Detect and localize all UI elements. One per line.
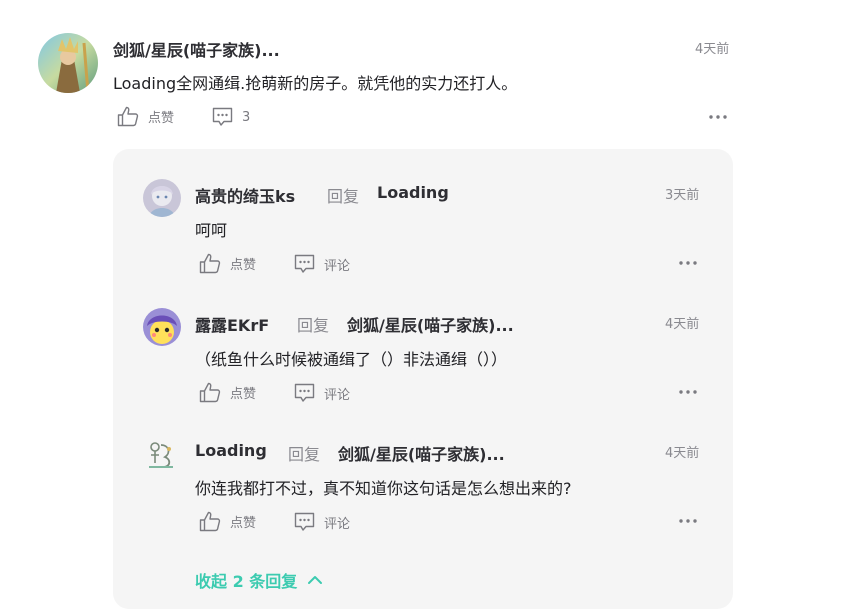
reply-target-username[interactable]: 剑狐/星辰(喵子家族)... <box>347 312 514 336</box>
comment-icon <box>294 383 315 402</box>
reply-more-button[interactable] <box>678 515 698 527</box>
commenter-avatar[interactable] <box>38 33 98 93</box>
reply-comment-button[interactable]: 评论 <box>294 383 350 403</box>
reply-label: 回复 <box>327 187 360 206</box>
reply-comment-label: 评论 <box>324 516 351 532</box>
reply-like-button[interactable]: 点赞 <box>199 253 256 274</box>
reply-label: 回复 <box>297 316 330 335</box>
reply-username[interactable]: 露露EKrF <box>195 312 269 336</box>
reply-username[interactable]: Loading <box>195 441 267 460</box>
reply-like-label: 点赞 <box>230 516 257 531</box>
comment-icon <box>294 512 315 531</box>
reply-target-username[interactable]: Loading <box>377 183 449 202</box>
collapse-replies-label: 收起 2 条回复 <box>195 572 298 591</box>
reply-content: 呵呵 <box>195 221 228 240</box>
reply-username[interactable]: 高贵的绮玉ks <box>195 183 295 207</box>
reply-like-label: 点赞 <box>230 258 257 273</box>
comment-time: 4天前 <box>695 42 730 57</box>
reply-avatar[interactable] <box>143 308 181 346</box>
reply-comment-label: 评论 <box>324 387 351 403</box>
reply-like-label: 点赞 <box>230 387 257 402</box>
comment-like-label: 点赞 <box>148 111 175 126</box>
reply-time: 4天前 <box>665 446 700 461</box>
reply-comment-button[interactable]: 评论 <box>294 512 350 532</box>
thumb-up-icon <box>199 253 221 274</box>
thumb-up-icon <box>199 511 221 532</box>
reply-like-button[interactable]: 点赞 <box>199 511 256 532</box>
reply-avatar[interactable] <box>143 437 181 475</box>
more-icon <box>679 261 697 265</box>
comment-like-button[interactable]: 点赞 <box>117 106 174 127</box>
comment-content: Loading全网通缉.抢萌新的房子。就凭他的实力还打人。 <box>113 74 518 93</box>
comment-reply-count-button[interactable]: 3 <box>212 107 250 127</box>
reply-more-button[interactable] <box>678 257 698 269</box>
chevron-up-icon <box>308 576 323 584</box>
reply-label: 回复 <box>288 445 321 464</box>
thumb-up-icon <box>199 382 221 403</box>
reply-avatar[interactable] <box>143 179 181 217</box>
more-icon <box>679 390 697 394</box>
reply-time: 4天前 <box>665 317 700 332</box>
more-icon <box>679 519 697 523</box>
reply-content: 你连我都打不过，真不知道你这句话是怎么想出来的? <box>195 479 572 498</box>
reply-comment-label: 评论 <box>324 258 351 274</box>
reply-target-username[interactable]: 剑狐/星辰(喵子家族)... <box>338 441 505 465</box>
reply-more-button[interactable] <box>678 386 698 398</box>
more-icon <box>709 115 727 119</box>
commenter-username[interactable]: 剑狐/星辰(喵子家族)... <box>113 37 280 61</box>
collapse-replies-button[interactable]: 收起 2 条回复 <box>195 568 323 592</box>
comment-reply-count: 3 <box>242 109 251 125</box>
reply-like-button[interactable]: 点赞 <box>199 382 256 403</box>
thumb-up-icon <box>117 106 139 127</box>
comment-icon <box>294 254 315 273</box>
reply-comment-button[interactable]: 评论 <box>294 254 350 274</box>
reply-content: （纸鱼什么时候被通缉了（）非法通缉（）） <box>195 350 508 369</box>
comment-more-button[interactable] <box>708 111 728 123</box>
comment-icon <box>212 107 233 126</box>
reply-time: 3天前 <box>665 188 700 203</box>
